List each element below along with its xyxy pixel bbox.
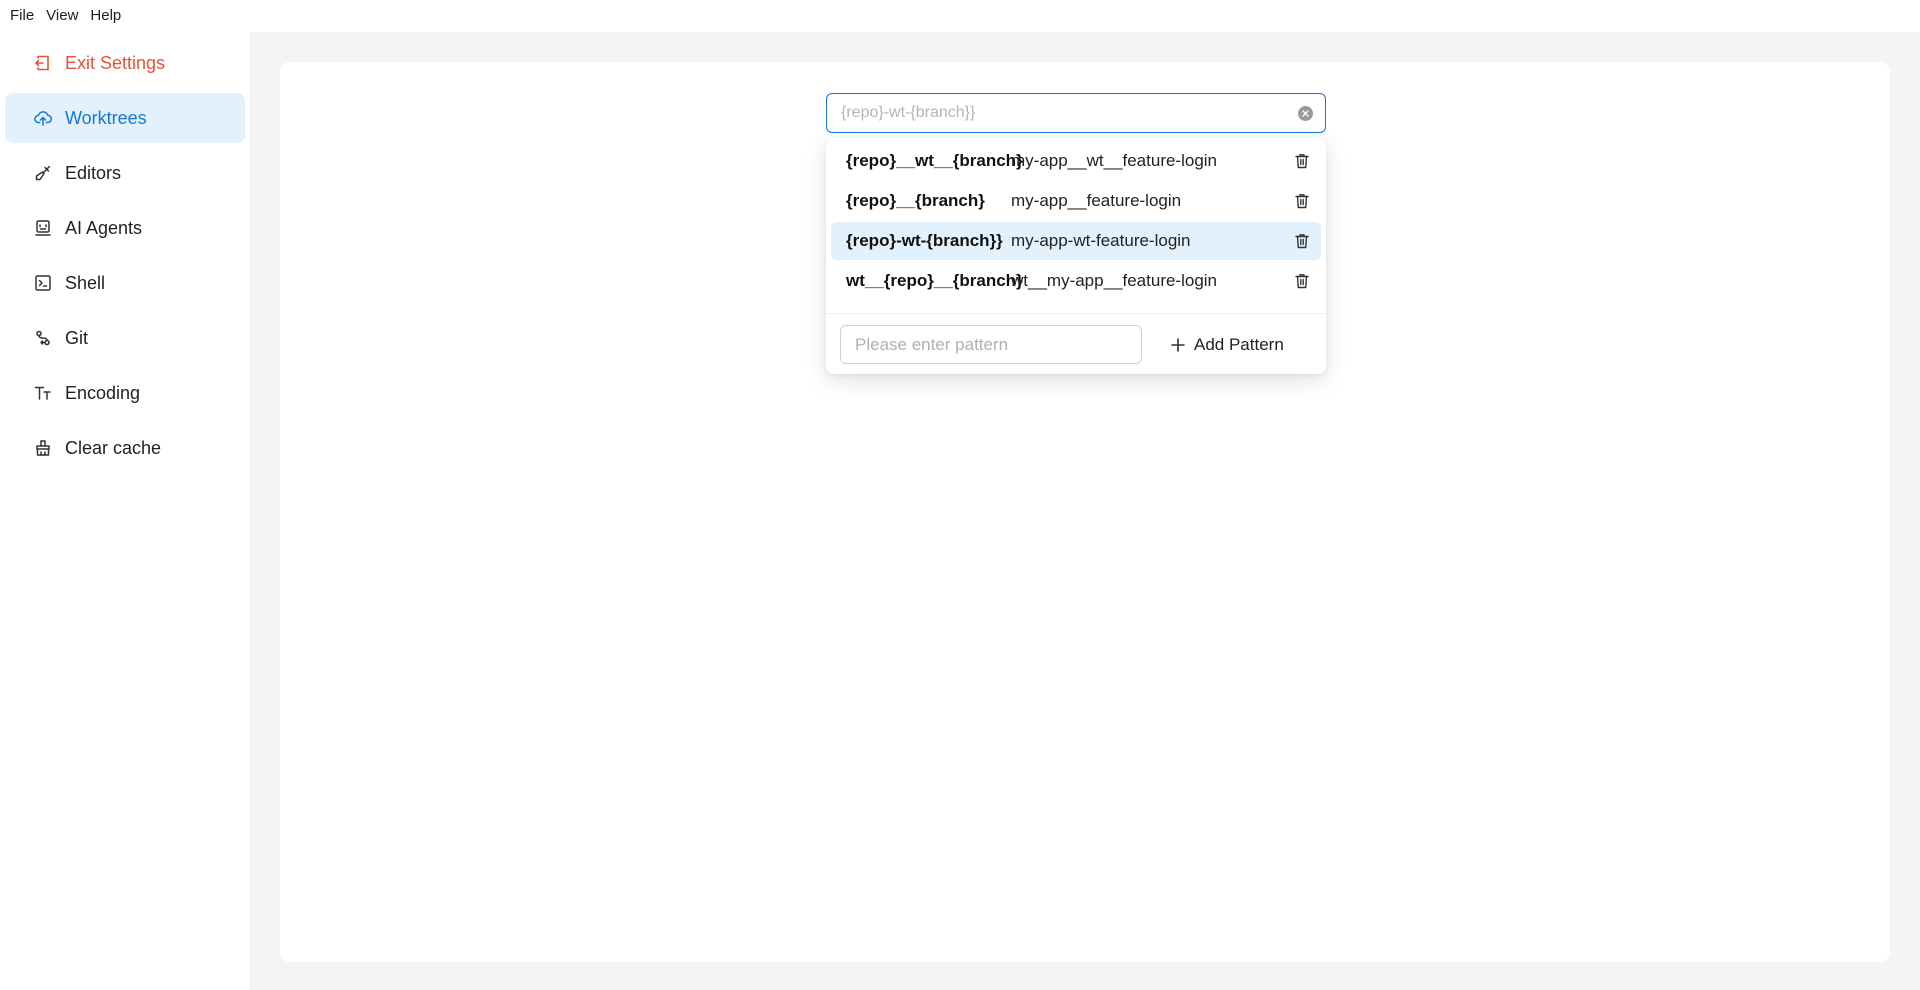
sidebar-item-ai-agents[interactable]: AI Agents xyxy=(5,203,245,253)
sidebar-item-label: Encoding xyxy=(65,382,141,403)
sidebar-item-shell[interactable]: Shell xyxy=(5,258,245,308)
pattern-dropdown: {repo}__wt__{branch} my-app__wt__feature… xyxy=(826,138,1326,374)
exit-icon xyxy=(33,53,53,73)
pattern-option[interactable]: {repo}__wt__{branch} my-app__wt__feature… xyxy=(831,142,1321,180)
menu-view[interactable]: View xyxy=(40,0,84,32)
exit-settings-button[interactable]: Exit Settings xyxy=(5,38,245,88)
sidebar-item-label: Git xyxy=(65,327,89,348)
sidebar: Exit Settings Worktrees Editors AI Agent… xyxy=(0,32,250,990)
option-pattern: {repo}__{branch} xyxy=(846,191,985,210)
trash-icon[interactable] xyxy=(1293,272,1311,290)
menu-file[interactable]: File xyxy=(4,0,40,32)
git-branch-icon xyxy=(33,328,53,348)
sidebar-item-label: Editors xyxy=(65,162,122,183)
trash-icon[interactable] xyxy=(1293,152,1311,170)
menu-help[interactable]: Help xyxy=(84,0,127,32)
sidebar-item-label: Clear cache xyxy=(65,437,162,458)
option-example: my-app-wt-feature-login xyxy=(1011,231,1191,250)
pattern-option[interactable]: wt__{repo}__{branch} wt__my-app__feature… xyxy=(831,262,1321,300)
option-example: my-app__wt__feature-login xyxy=(1011,151,1218,170)
option-pattern: {repo}__wt__{branch} xyxy=(846,151,1023,170)
add-pattern-button[interactable]: Add Pattern xyxy=(1156,325,1306,364)
exit-settings-label: Exit Settings xyxy=(65,52,166,73)
robot-icon xyxy=(33,218,53,238)
terminal-icon xyxy=(33,273,53,293)
sidebar-item-label: Worktrees xyxy=(65,107,147,128)
pattern-option-selected[interactable]: {repo}-wt-{branch}} my-app-wt-feature-lo… xyxy=(831,222,1321,260)
option-pattern: wt__{repo}__{branch} xyxy=(846,271,1023,290)
option-example: my-app__feature-login xyxy=(1011,191,1182,210)
option-pattern: {repo}-wt-{branch}} xyxy=(846,231,1003,250)
new-pattern-input[interactable] xyxy=(840,325,1142,364)
pattern-option[interactable]: {repo}__{branch} my-app__feature-login xyxy=(831,182,1321,220)
broom-icon xyxy=(33,438,53,458)
brush-icon xyxy=(33,163,53,183)
sidebar-item-worktrees[interactable]: Worktrees xyxy=(5,93,245,143)
select-placeholder: {repo}-wt-{branch}} xyxy=(841,104,976,121)
dropdown-divider xyxy=(826,313,1326,314)
sidebar-item-editors[interactable]: Editors xyxy=(5,148,245,198)
option-example: wt__my-app__feature-login xyxy=(1011,271,1218,290)
clear-icon[interactable] xyxy=(1298,106,1313,121)
menu-bar: File View Help xyxy=(0,0,1920,32)
sidebar-item-label: Shell xyxy=(65,272,106,293)
trash-icon[interactable] xyxy=(1293,192,1311,210)
worktree-pattern-select[interactable]: {repo}-wt-{branch}} xyxy=(826,93,1326,133)
trash-icon[interactable] xyxy=(1293,232,1311,250)
add-pattern-label: Add Pattern xyxy=(1194,334,1284,354)
plus-icon xyxy=(1170,337,1186,353)
sidebar-item-clear-cache[interactable]: Clear cache xyxy=(5,423,245,473)
text-size-icon xyxy=(33,383,53,403)
sidebar-item-label: AI Agents xyxy=(65,217,143,238)
sidebar-item-git[interactable]: Git xyxy=(5,313,245,363)
sidebar-item-encoding[interactable]: Encoding xyxy=(5,368,245,418)
cloud-upload-icon xyxy=(33,108,53,128)
